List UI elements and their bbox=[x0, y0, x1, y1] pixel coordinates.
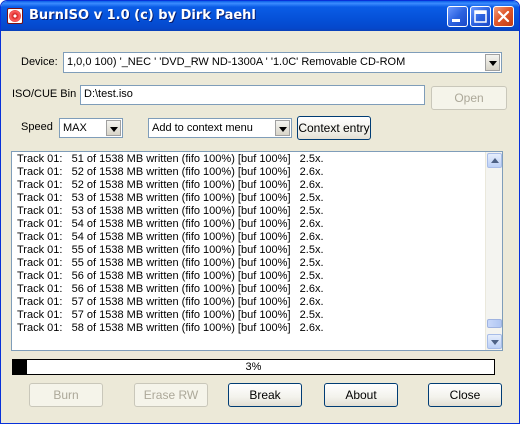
log-line: Track 01: 56 of 1538 MB written (fifo 10… bbox=[17, 283, 324, 295]
main-window: BurnISO v 1.0 (c) by Dirk Paehl Device: … bbox=[0, 0, 520, 424]
device-select-value: 1,0,0 100) '_NEC ' 'DVD_RW ND-1300A ' '1… bbox=[67, 56, 406, 68]
log-line: Track 01: 53 of 1538 MB written (fifo 10… bbox=[17, 205, 324, 217]
erase-rw-button[interactable]: Erase RW bbox=[134, 383, 208, 407]
burn-button[interactable]: Burn bbox=[29, 383, 103, 407]
log-line: Track 01: 52 of 1538 MB written (fifo 10… bbox=[17, 166, 324, 178]
open-button[interactable]: Open bbox=[431, 86, 507, 110]
log-line: Track 01: 53 of 1538 MB written (fifo 10… bbox=[17, 192, 324, 204]
minimize-icon bbox=[452, 19, 460, 22]
close-window-button[interactable] bbox=[493, 6, 514, 27]
log-line: Track 01: 54 of 1538 MB written (fifo 10… bbox=[17, 218, 324, 230]
log-line: Track 01: 56 of 1538 MB written (fifo 10… bbox=[17, 270, 324, 282]
log-line: Track 01: 52 of 1538 MB written (fifo 10… bbox=[17, 179, 324, 191]
device-select[interactable]: 1,0,0 100) '_NEC ' 'DVD_RW ND-1300A ' '1… bbox=[63, 52, 502, 73]
log-line: Track 01: 55 of 1538 MB written (fifo 10… bbox=[17, 257, 324, 269]
context-select-value: Add to context menu bbox=[152, 122, 253, 134]
speed-select-value: MAX bbox=[63, 122, 87, 134]
log-line: Track 01: 54 of 1538 MB written (fifo 10… bbox=[17, 231, 324, 243]
speed-select[interactable]: MAX bbox=[59, 118, 123, 138]
context-entry-button[interactable]: Context entry bbox=[297, 116, 371, 140]
minimize-button[interactable] bbox=[447, 6, 468, 27]
scroll-down-icon[interactable] bbox=[487, 334, 502, 349]
chevron-down-icon[interactable] bbox=[485, 54, 500, 71]
log-line: Track 01: 58 of 1538 MB written (fifo 10… bbox=[17, 322, 324, 334]
title-bar[interactable]: BurnISO v 1.0 (c) by Dirk Paehl bbox=[1, 1, 519, 31]
maximize-icon bbox=[474, 10, 487, 23]
scroll-thumb[interactable] bbox=[487, 319, 502, 329]
context-select[interactable]: Add to context menu bbox=[148, 118, 292, 138]
device-label: Device: bbox=[21, 56, 58, 68]
window-title: BurnISO v 1.0 (c) by Dirk Paehl bbox=[29, 8, 256, 23]
iso-label: ISO/CUE Bin bbox=[12, 88, 77, 100]
log-line: Track 01: 55 of 1538 MB written (fifo 10… bbox=[17, 244, 324, 256]
progress-text: 3% bbox=[245, 361, 262, 373]
log-lines: Track 01: 51 of 1538 MB written (fifo 10… bbox=[17, 153, 324, 335]
progress-bar: 3% bbox=[12, 359, 495, 375]
about-button[interactable]: About bbox=[324, 383, 398, 407]
log-line: Track 01: 51 of 1538 MB written (fifo 10… bbox=[17, 153, 324, 165]
maximize-button[interactable] bbox=[470, 6, 491, 27]
log-scrollbar[interactable] bbox=[485, 152, 502, 350]
break-button[interactable]: Break bbox=[228, 383, 302, 407]
chevron-down-icon[interactable] bbox=[275, 120, 290, 136]
app-icon[interactable] bbox=[7, 8, 23, 24]
close-button[interactable]: Close bbox=[428, 383, 502, 407]
close-icon bbox=[497, 10, 510, 23]
log-list[interactable]: Track 01: 51 of 1538 MB written (fifo 10… bbox=[11, 151, 503, 351]
log-line: Track 01: 57 of 1538 MB written (fifo 10… bbox=[17, 296, 324, 308]
log-line: Track 01: 57 of 1538 MB written (fifo 10… bbox=[17, 309, 324, 321]
iso-path-input[interactable]: D:\test.iso bbox=[80, 85, 425, 105]
speed-label: Speed bbox=[21, 121, 53, 133]
scroll-up-icon[interactable] bbox=[487, 153, 502, 168]
chevron-down-icon[interactable] bbox=[106, 120, 121, 136]
